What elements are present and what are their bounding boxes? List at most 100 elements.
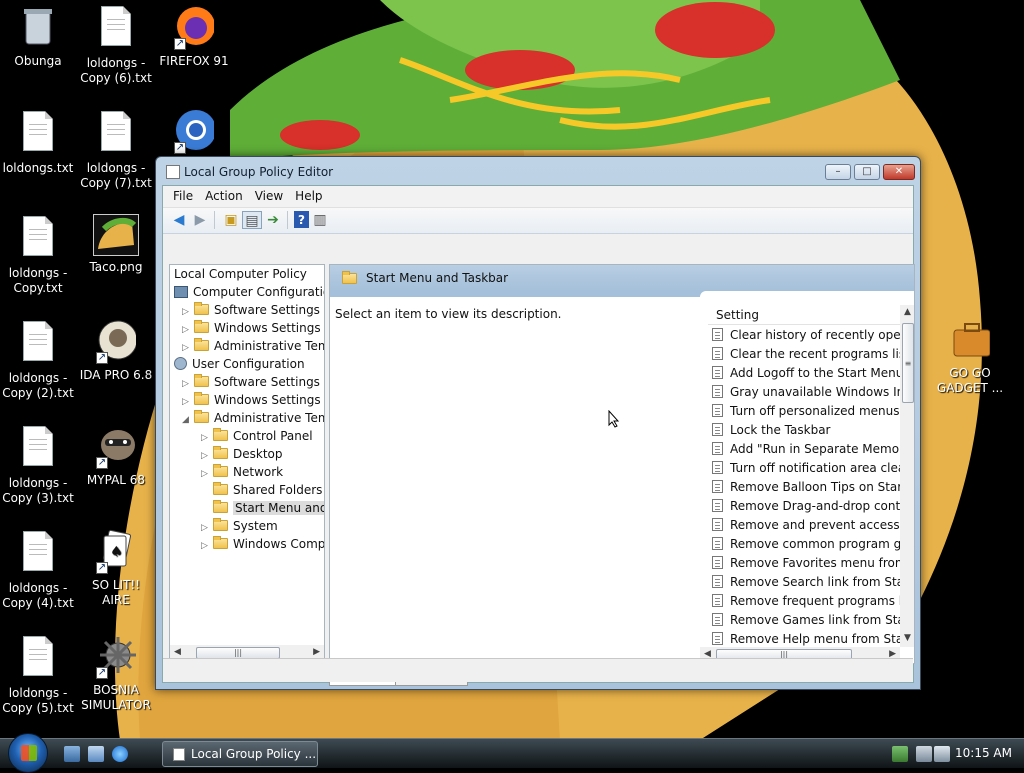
desktop-icon-mypal[interactable]: ↗ MYPAL 68	[78, 423, 154, 488]
menu-view[interactable]: View	[249, 186, 289, 206]
menu-help[interactable]: Help	[289, 186, 328, 206]
volume-icon[interactable]	[934, 746, 950, 762]
forward-arrow-icon[interactable]: ▶	[190, 211, 210, 229]
window-titlebar[interactable]: Local Group Policy Editor – □ ✕	[156, 157, 920, 187]
setting-row[interactable]: Clear history of recently opened documen…	[712, 326, 914, 345]
desktop-icon-text-file[interactable]: loldongs - Copy (5).txt	[0, 634, 76, 716]
menu-action[interactable]: Action	[199, 186, 249, 206]
group-policy-editor-window[interactable]: Local Group Policy Editor – □ ✕ File Acti…	[155, 156, 921, 690]
tree-item-windows-settings[interactable]: ▷ Windows Settings	[182, 391, 321, 409]
setting-row[interactable]: Turn off notification area cleanup	[712, 459, 914, 478]
text-file-icon	[23, 321, 53, 361]
scroll-down-arrow-icon[interactable]: ▼	[904, 633, 911, 643]
scroll-up-arrow-icon[interactable]: ▲	[904, 307, 911, 317]
desktop-icon-text-file[interactable]: loldongs - Copy (6).txt	[78, 4, 154, 86]
setting-row[interactable]: Remove Games link from Start Menu	[712, 611, 914, 630]
up-folder-icon[interactable]: ▣	[221, 211, 241, 229]
desktop-icon-recycle-bin[interactable]: Obunga	[0, 4, 76, 69]
shortcut-arrow-icon: ↗	[174, 38, 186, 50]
tree-item-local-computer-policy[interactable]: Local Computer Policy	[174, 265, 307, 283]
desktop-icon-solitaire[interactable]: ♠ ↗ SO LIT!! AIRE	[78, 528, 154, 608]
tree-item-start-menu-and-taskbar[interactable]: Start Menu and	[201, 499, 324, 517]
tree-item-software-settings[interactable]: ▷ Software Settings	[182, 373, 320, 391]
show-hide-tree-icon[interactable]: ▤	[242, 211, 262, 229]
properties-icon[interactable]: ▥	[310, 211, 330, 229]
setting-row[interactable]: Remove common program groups from Start …	[712, 535, 914, 554]
export-list-icon[interactable]: ➔	[263, 211, 283, 229]
start-button[interactable]	[8, 733, 48, 773]
close-button[interactable]: ✕	[883, 164, 915, 180]
switch-windows-icon[interactable]	[88, 746, 104, 762]
tree-item-user-configuration[interactable]: User Configuration	[174, 355, 305, 373]
collapse-arrow-icon[interactable]: ◢	[182, 411, 194, 429]
minimize-button[interactable]: –	[825, 164, 851, 180]
expand-arrow-icon[interactable]: ▷	[201, 537, 213, 555]
desktop-icon-bosnia-simulator[interactable]: ↗ BOSNIA SIMULATOR	[78, 633, 154, 713]
desktop-icon-text-file[interactable]: loldongs - Copy (2).txt	[0, 319, 76, 401]
desktop-icon-text-file[interactable]: loldongs - Copy (4).txt	[0, 529, 76, 611]
menu-file[interactable]: File	[167, 186, 199, 206]
show-desktop-icon[interactable]	[64, 746, 80, 762]
tree-item-desktop[interactable]: ▷ Desktop	[201, 445, 283, 463]
desktop-icon-taco-image[interactable]: Taco.png	[78, 214, 154, 275]
tree-item-network[interactable]: ▷ Network	[201, 463, 283, 481]
folder-icon	[213, 464, 228, 477]
setting-row[interactable]: Remove and prevent access to the Shut Do…	[712, 516, 914, 535]
tree-item-windows-settings[interactable]: ▷ Windows Settings	[182, 319, 321, 337]
desktop-icon-label: Taco.png	[89, 260, 143, 274]
setting-row[interactable]: Remove Favorites menu from Start Menu	[712, 554, 914, 573]
desktop-icon-firefox[interactable]: ↗ FIREFOX 91	[156, 4, 232, 69]
setting-row[interactable]: Gray unavailable Windows Installer progr…	[712, 383, 914, 402]
tree-item-system[interactable]: ▷ System	[201, 517, 278, 535]
desktop-icon-ida-pro[interactable]: ↗ IDA PRO 6.8	[78, 318, 154, 383]
tree-panel[interactable]: Local Computer Policy Computer Configura…	[169, 264, 325, 664]
setting-row[interactable]: Add "Run in Separate Memory Space" check…	[712, 440, 914, 459]
clock[interactable]: 10:15 AM	[955, 746, 1012, 760]
setting-row[interactable]: Remove Drag-and-drop context menus on th…	[712, 497, 914, 516]
scroll-right-arrow-icon[interactable]: ▶	[313, 647, 320, 657]
setting-row[interactable]: Turn off personalized menus	[712, 402, 899, 421]
network-icon[interactable]	[892, 746, 908, 762]
back-arrow-icon[interactable]: ◀	[169, 211, 189, 229]
setting-label: Remove Balloon Tips on Start Menu items	[730, 480, 914, 494]
desktop-icon-chrome[interactable]: ↗	[156, 108, 232, 158]
window-client-area: File Action View Help ◀ ▶ ▣ ▤ ➔? ▥ Local Compute…	[162, 185, 915, 686]
desktop-icon-text-file[interactable]: loldongs.txt	[0, 109, 76, 176]
scrollbar-thumb[interactable]: ≡	[902, 323, 914, 403]
tree-item-administrative-templates[interactable]: ◢ Administrative Tem	[182, 409, 324, 429]
tree-item-label: User Configuration	[192, 357, 305, 371]
desktop-icon-text-file[interactable]: loldongs - Copy (3).txt	[0, 424, 76, 506]
setting-row[interactable]: Lock the Taskbar	[712, 421, 831, 440]
tree-item-windows-components[interactable]: ▷ Windows Comp	[201, 535, 324, 555]
desktop-icon-text-file[interactable]: loldongs - Copy (7).txt	[78, 109, 154, 191]
desktop-icon-label: loldongs - Copy (5).txt	[2, 686, 74, 715]
maximize-button[interactable]: □	[854, 164, 880, 180]
tree-item-administrative-templates[interactable]: ▷ Administrative Tem	[182, 337, 324, 355]
tree-item-computer-configuration[interactable]: Computer Configuratio	[174, 283, 324, 301]
setting-row[interactable]: Add Logoff to the Start Menu	[712, 364, 903, 383]
setting-row[interactable]: Clear the recent programs list for new u…	[712, 345, 914, 364]
system-tray: 10:15 AM	[884, 739, 1024, 769]
shortcut-arrow-icon: ↗	[96, 352, 108, 364]
desktop-icon-label: loldongs - Copy (7).txt	[80, 161, 152, 190]
internet-explorer-icon[interactable]	[112, 746, 128, 762]
security-icon[interactable]	[916, 746, 932, 762]
setting-row[interactable]: Remove frequent programs list from the S…	[712, 592, 914, 611]
taskbar-button-group-policy[interactable]: Local Group Policy ...	[162, 741, 318, 767]
desktop-icon-label: BOSNIA SIMULATOR	[81, 683, 151, 712]
desktop-icon-gadget[interactable]: GO GO GADGET ...	[932, 316, 1008, 396]
tree-item-shared-folders[interactable]: Shared Folders	[201, 481, 322, 499]
shortcut-arrow-icon: ↗	[96, 667, 108, 679]
desktop-icon-text-file[interactable]: loldongs - Copy.txt	[0, 214, 76, 296]
tree-item-control-panel[interactable]: ▷ Control Panel	[201, 427, 313, 445]
setting-row[interactable]: Remove Balloon Tips on Start Menu items	[712, 478, 914, 497]
folder-icon	[342, 271, 357, 284]
tree-item-label: Local Computer Policy	[174, 267, 307, 281]
setting-row[interactable]: Remove Search link from Start Menu	[712, 573, 914, 592]
help-icon[interactable]: ?	[294, 211, 309, 228]
tree-item-software-settings[interactable]: ▷ Software Settings	[182, 301, 320, 319]
desktop-icon-label: loldongs.txt	[2, 161, 74, 175]
column-header-setting[interactable]: Setting	[708, 305, 914, 325]
scroll-left-arrow-icon[interactable]: ◀	[174, 647, 181, 657]
settings-vertical-scrollbar[interactable]: ▲ ≡ ▼	[900, 305, 914, 647]
